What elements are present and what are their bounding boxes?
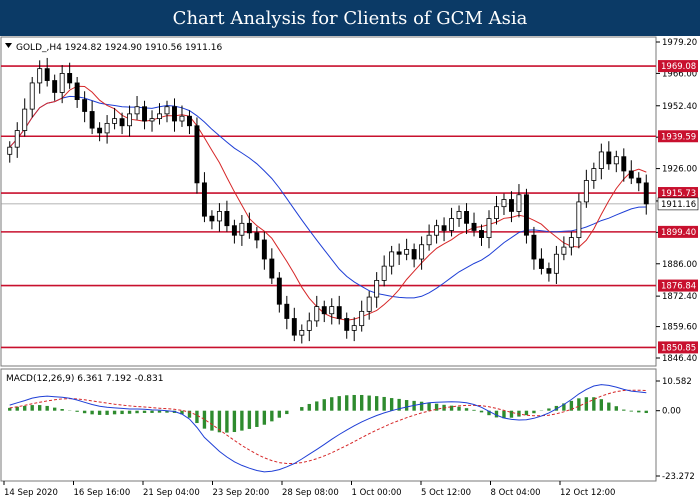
x-tick-label: 23 Sep 20:00 [213,488,270,498]
level-label: 1850.85 [661,343,696,353]
chart-title: Chart Analysis for Clients of GCM Asia [0,0,700,36]
macd-tick-label: 10.582 [662,377,692,387]
x-tick-label: 14 Sep 2020 [4,488,58,498]
price-panel: 1979.201966.001952.401939.201926.001912.… [0,36,699,367]
y-tick-label: 1926.00 [662,165,697,175]
y-tick-label: 1846.40 [662,354,697,364]
macd-tick-label: 0.00 [662,407,681,417]
chart-area: 1979.201966.001952.401939.201926.001912.… [0,36,699,498]
level-label: 1899.40 [661,228,696,238]
macd-label: MACD(12,26,9) 6.361 7.192 -0.831 [6,374,163,384]
price-panel-frame [0,36,657,367]
macd-tick-label: -23.272 [662,472,695,482]
level-label: 1876.84 [661,282,696,292]
x-tick-label: 12 Oct 12:00 [560,488,615,498]
x-tick-label: 21 Sep 04:00 [143,488,200,498]
x-tick-label: 1 Oct 00:00 [352,488,402,498]
x-tick-label: 28 Sep 08:00 [282,488,339,498]
x-tick-label: 5 Oct 12:00 [421,488,471,498]
x-axis: 14 Sep 2020 16 Sep 16:00 21 Sep 04:00 23 Se… [3,481,615,498]
y-tick-label: 1979.20 [662,38,697,48]
level-label: 1915.73 [661,189,696,199]
level-label: 1969.08 [661,62,696,72]
macd-panel-frame [0,368,657,482]
symbol-info: GOLD_,H4 1924.82 1924.90 1910.56 1911.16 [16,43,222,53]
y-tick-label: 1952.40 [662,102,697,112]
x-tick-label: 8 Oct 04:00 [491,488,541,498]
candle [523,188,529,244]
y-tick-label: 1886.00 [662,260,697,270]
macd-panel: 10.582 0.00 -23.272 MACD(12,26,9) 6.361 7.… [0,368,695,482]
current-price-label: 1911.16 [661,200,696,210]
y-tick-label: 1872.40 [662,292,697,302]
x-tick-label: 16 Sep 16:00 [74,488,131,498]
level-label: 1939.59 [661,132,696,142]
y-tick-label: 1859.60 [662,323,697,333]
candle [194,117,200,194]
